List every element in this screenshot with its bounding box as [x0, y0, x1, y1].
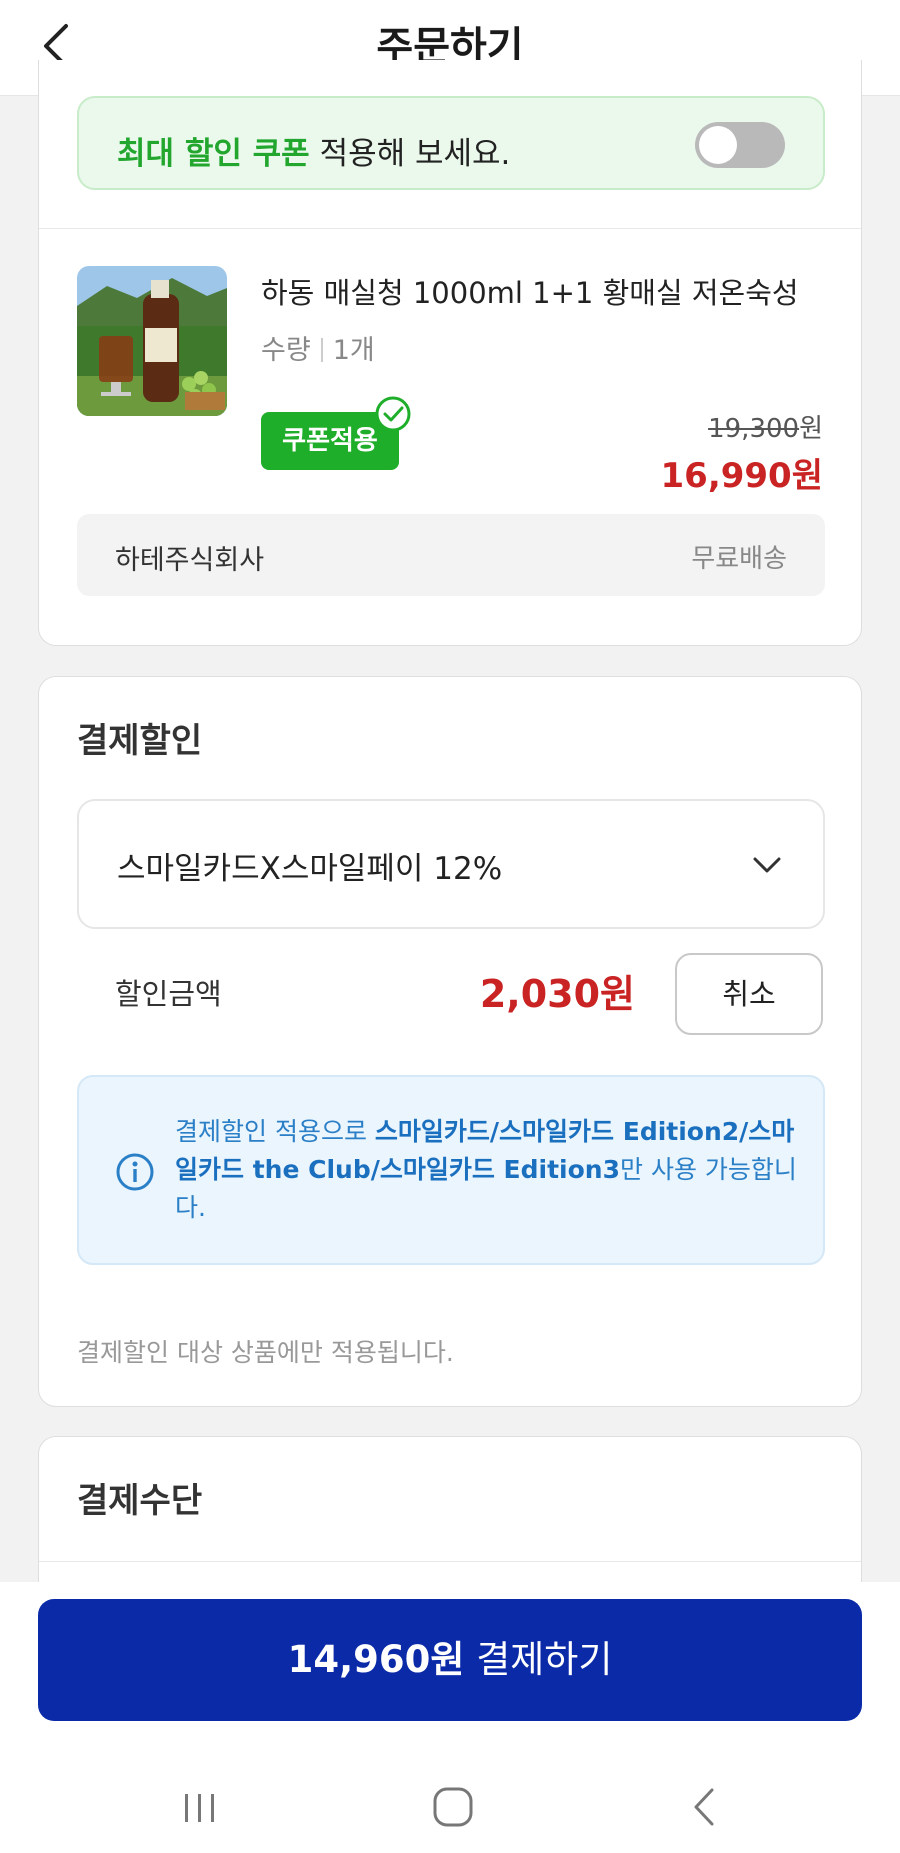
pay-button[interactable]: 14,960원 결제하기: [38, 1599, 862, 1721]
quantity: 수량 1개: [261, 328, 375, 367]
discount-amount-value: 2,030원: [479, 972, 635, 1016]
payment-discount-card: 결제할인 스마일카드X스마일페이 12% 할인금액 2,030원 취소 결제할인…: [38, 676, 862, 1407]
order-item-card: 최대 할인 쿠폰 적용해 보세요. 하동 매실청 1000ml 1+1 황매실 …: [38, 60, 862, 646]
divider: [39, 228, 861, 229]
system-nav-bar: [0, 1762, 900, 1853]
original-price-unit: 원: [799, 414, 823, 444]
cancel-discount-button[interactable]: 취소: [675, 953, 823, 1035]
coupon-banner-highlight: 최대 할인 쿠폰: [117, 136, 310, 172]
max-coupon-toggle[interactable]: [695, 122, 785, 168]
quantity-separator: [320, 338, 323, 362]
discount-info-box: 결제할인 적용으로 스마일카드/스마일카드 Edition2/스마일카드 the…: [77, 1075, 825, 1265]
pay-label: 결제하기: [464, 1638, 613, 1681]
coupon-banner-text: 최대 할인 쿠폰 적용해 보세요.: [117, 128, 510, 173]
discount-note: 결제할인 대상 상품에만 적용됩니다.: [77, 1338, 454, 1367]
shipping-info: 무료배송: [691, 544, 787, 574]
home-icon[interactable]: [428, 1782, 478, 1832]
coupon-banner: 최대 할인 쿠폰 적용해 보세요.: [77, 96, 825, 190]
payment-discount-title: 결제할인: [77, 721, 203, 761]
info-icon: [116, 1153, 154, 1191]
quantity-label: 수량: [261, 335, 311, 366]
discount-select-value: 스마일카드X스마일페이 12%: [117, 851, 503, 887]
info-prefix: 결제할인 적용으로: [175, 1117, 375, 1146]
original-price-number: 19,300: [708, 414, 800, 444]
pay-amount: 14,960원: [287, 1638, 465, 1681]
product-thumbnail: [77, 266, 227, 416]
discount-info-text: 결제할인 적용으로 스마일카드/스마일카드 Edition2/스마일카드 the…: [175, 1113, 799, 1227]
back-nav-icon[interactable]: [680, 1782, 730, 1832]
recent-apps-icon[interactable]: [175, 1782, 225, 1832]
toggle-knob: [699, 126, 737, 164]
coupon-banner-rest: 적용해 보세요.: [309, 136, 511, 172]
quantity-value: 1개: [332, 335, 375, 366]
payment-method-title: 결제수단: [77, 1481, 203, 1521]
chevron-down-icon: [753, 857, 781, 873]
discount-amount-label: 할인금액: [115, 977, 222, 1011]
bottom-area: 14,960원 결제하기: [0, 1582, 900, 1853]
check-circle-icon: [375, 396, 411, 432]
seller-bar: 하테주식회사 무료배송: [77, 514, 825, 596]
seller-name: 하테주식회사: [115, 545, 265, 576]
divider: [39, 1561, 861, 1562]
original-price: 19,300원: [708, 408, 823, 445]
product-name[interactable]: 하동 매실청 1000ml 1+1 황매실 저온숙성: [261, 270, 827, 312]
discount-select[interactable]: 스마일카드X스마일페이 12%: [77, 799, 825, 929]
sale-price: 16,990원: [660, 456, 823, 496]
